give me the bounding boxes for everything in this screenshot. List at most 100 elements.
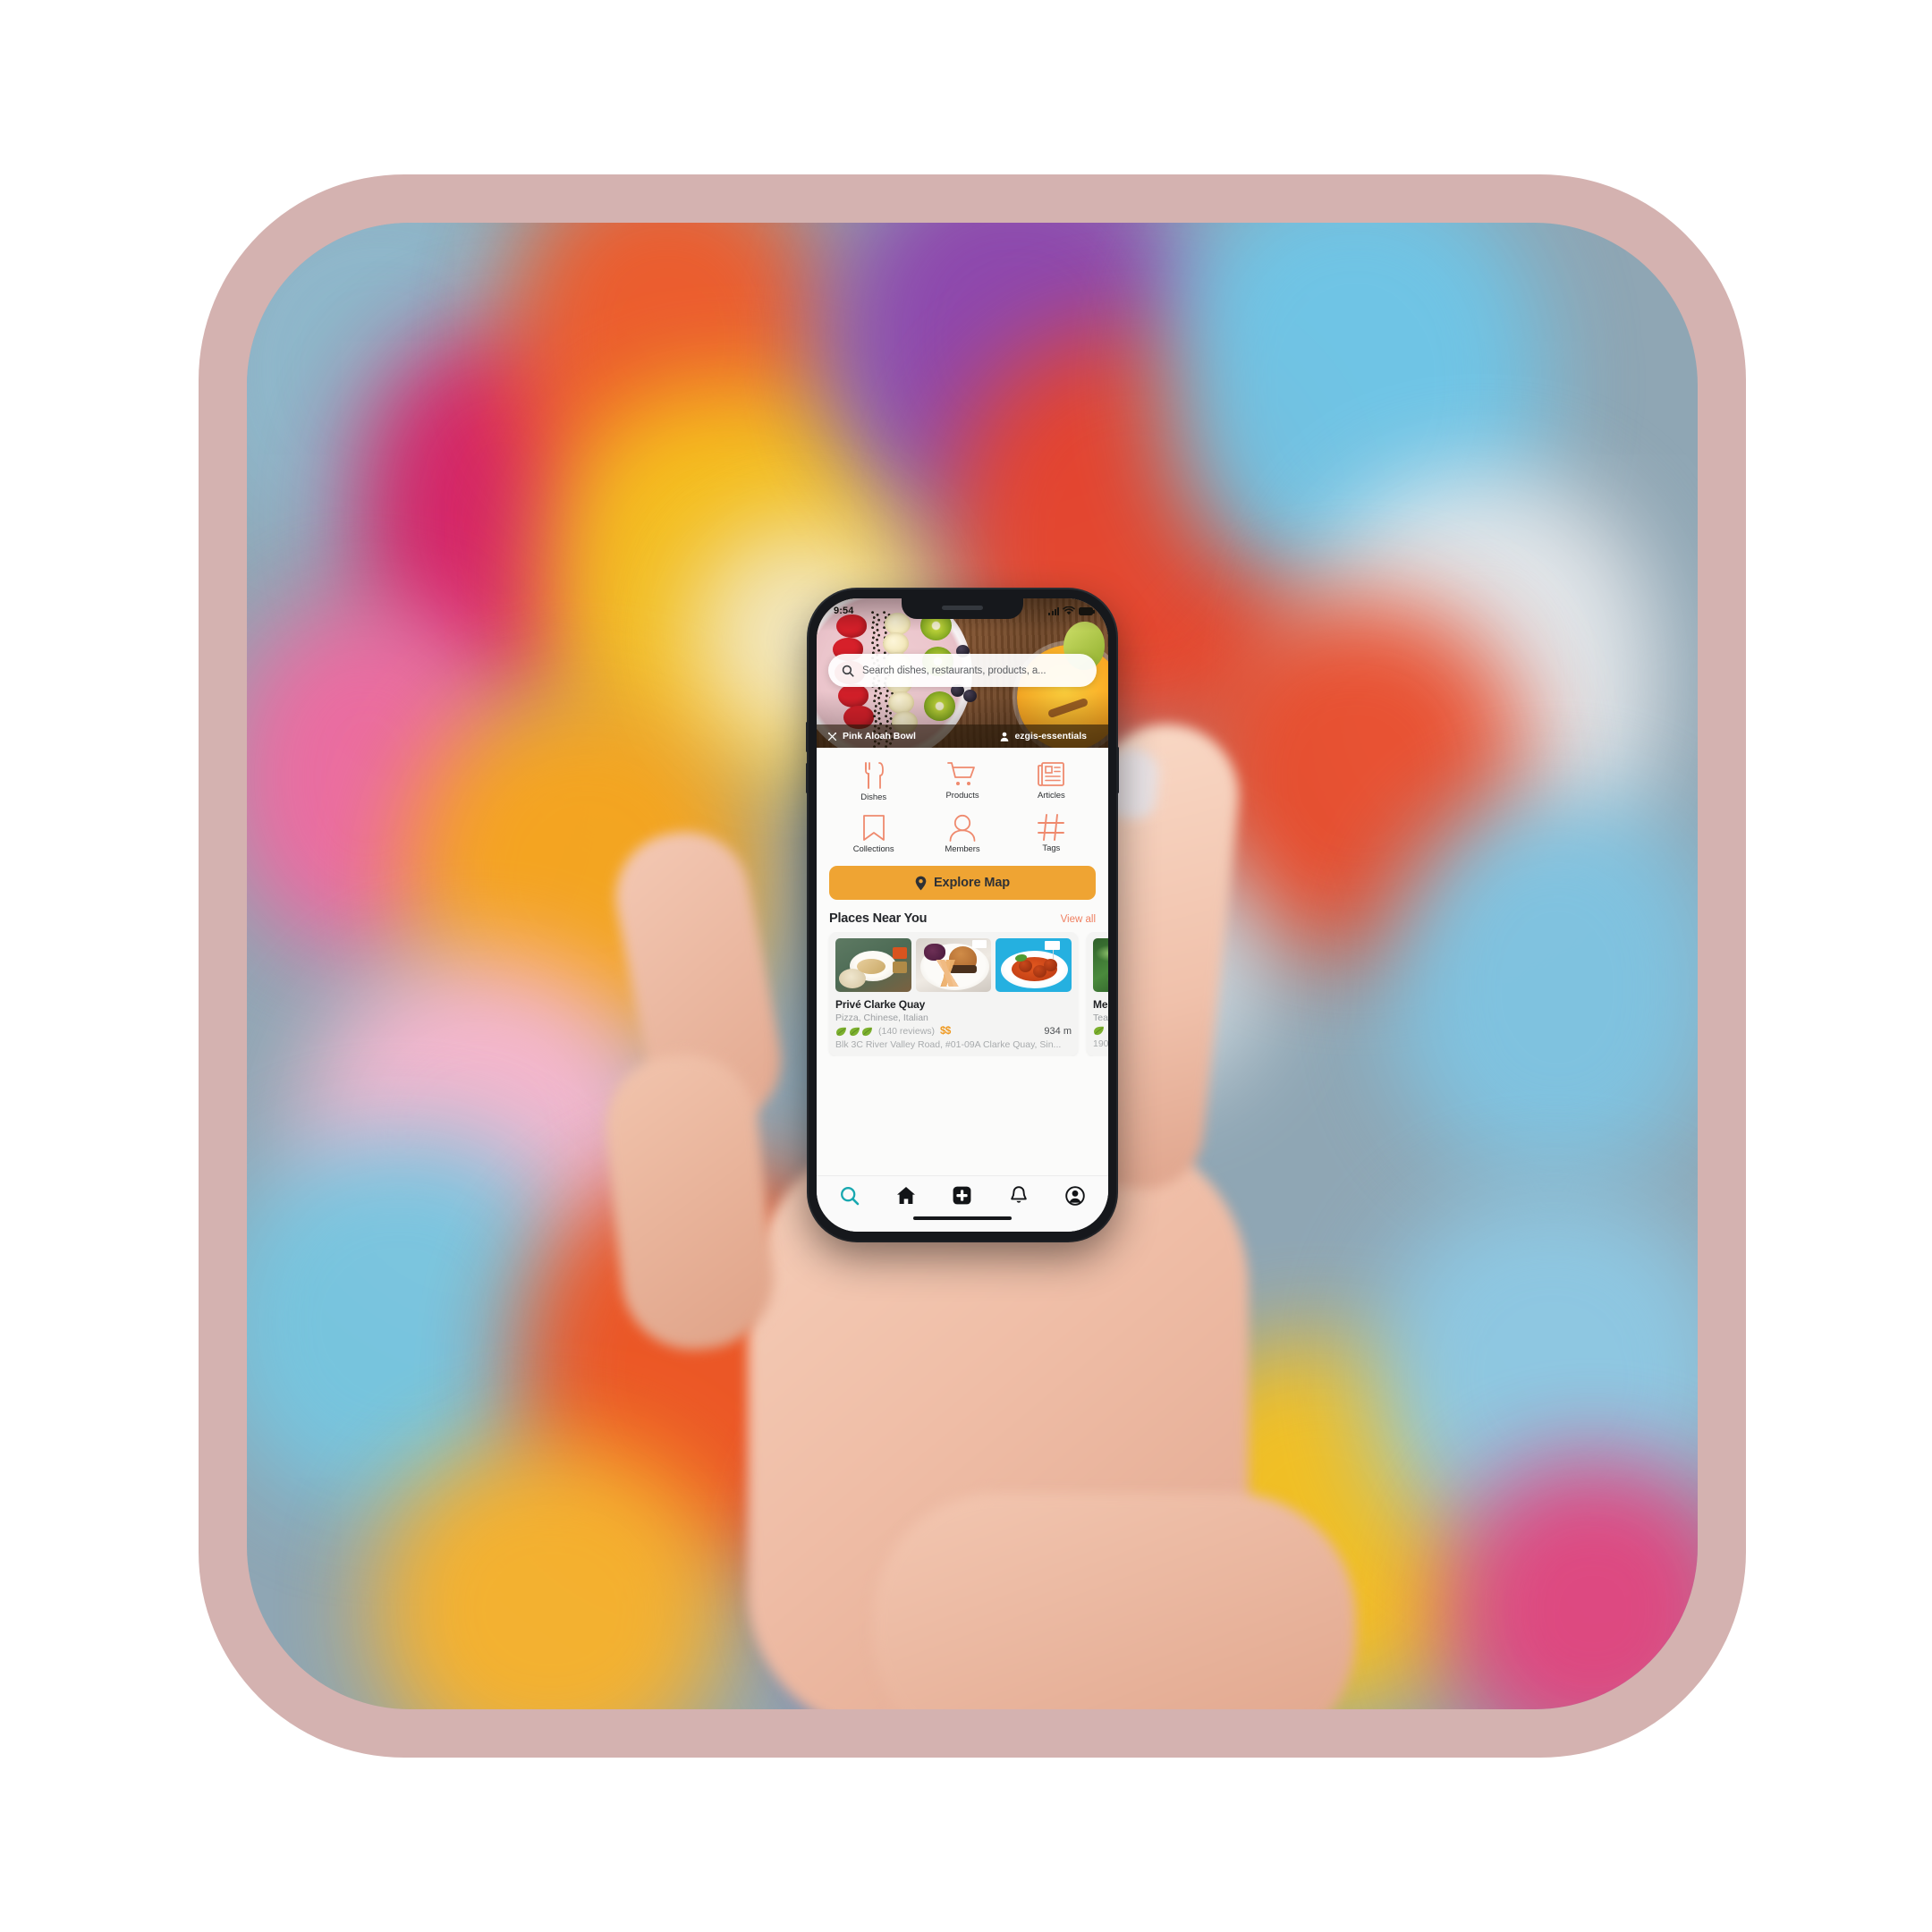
app-content: Dishes Products Articles Collections Mem…: [817, 748, 1108, 1175]
mural-blob: [1392, 795, 1698, 1180]
person-icon: [949, 814, 976, 842]
category-label: Tags: [1042, 843, 1061, 853]
place-photo[interactable]: [835, 938, 911, 992]
place-photo[interactable]: [996, 938, 1072, 992]
tab-profile[interactable]: [1055, 1181, 1096, 1211]
category-label: Members: [945, 844, 980, 854]
home-indicator-area: [817, 1215, 1108, 1232]
leaf-icon: [836, 1027, 846, 1036]
place-distance: 934 m: [1044, 1026, 1072, 1037]
place-photo-strip: [835, 938, 1072, 992]
person-icon: [1001, 732, 1009, 741]
category-dishes[interactable]: Dishes: [829, 758, 918, 806]
explore-map-label: Explore Map: [933, 876, 1011, 890]
graffiti-wall-photo: 9:54 Search dishes, restaurants, product…: [247, 223, 1698, 1709]
places-section-header: Places Near You View all: [817, 900, 1108, 932]
explore-map-button[interactable]: Explore Map: [829, 866, 1096, 900]
tab-home[interactable]: [886, 1181, 927, 1211]
leaf-icon: [1094, 1026, 1104, 1036]
tab-search[interactable]: [829, 1181, 870, 1211]
earpiece-speaker: [942, 606, 983, 610]
search-input[interactable]: Search dishes, restaurants, products, a.…: [828, 654, 1097, 687]
phone-notch: [902, 598, 1023, 619]
home-indicator[interactable]: [913, 1216, 1012, 1220]
places-carousel[interactable]: Privé Clarke Quay Pizza, Chinese, Italia…: [817, 932, 1108, 1056]
map-pin-icon: [915, 876, 927, 890]
place-photo[interactable]: [915, 938, 992, 992]
category-label: Dishes: [860, 792, 887, 802]
category-label: Collections: [852, 844, 894, 854]
category-grid: Dishes Products Articles Collections Mem…: [817, 748, 1108, 861]
category-collections[interactable]: Collections: [829, 810, 918, 858]
power-button[interactable]: [1116, 747, 1119, 793]
category-label: Products: [945, 791, 979, 801]
screenshot-canvas: 9:54 Search dishes, restaurants, product…: [0, 0, 1932, 1932]
rice-bowl: [839, 969, 866, 988]
newspaper-icon: [1038, 762, 1065, 786]
category-products[interactable]: Products: [918, 758, 1006, 806]
phone-screen: 9:54 Search dishes, restaurants, product…: [817, 598, 1108, 1232]
home-icon: [897, 1187, 916, 1204]
volume-up-button[interactable]: [806, 722, 809, 752]
status-time: 9:54: [834, 605, 854, 616]
bell-icon: [1011, 1185, 1027, 1203]
hero-author-label[interactable]: ezgis-essentials: [1000, 731, 1087, 741]
place-address: Blk 3C River Valley Road, #01-09A Clarke…: [835, 1039, 1062, 1050]
tab-add[interactable]: [942, 1181, 983, 1211]
place-cuisines: Tea: [1093, 1013, 1108, 1023]
place-rating-row: (140 reviews) $$ 934 m: [835, 1026, 1072, 1037]
hero-dish-label[interactable]: Pink Aloah Bowl: [827, 731, 1000, 741]
ginger-sauce: [892, 962, 907, 973]
account-icon: [1064, 1185, 1085, 1206]
food-flag: [1045, 941, 1061, 950]
place-distance: 190: [1093, 1038, 1108, 1049]
leaf-rating: [1093, 1026, 1105, 1036]
salad-garnish: [923, 944, 945, 961]
wifi-icon: [1063, 606, 1075, 614]
place-price-level: $$: [940, 1026, 951, 1037]
leaf-icon: [862, 1027, 872, 1036]
french-fries: [925, 960, 968, 987]
cellular-signal-icon: [1048, 606, 1059, 615]
cutlery-icon: [864, 762, 884, 789]
bottom-navigation: [817, 1175, 1108, 1215]
place-photo-strip: [1093, 938, 1108, 992]
hand-wrist: [873, 1493, 1356, 1709]
hero-caption-bar: Pink Aloah Bowl ezgis-essentials: [817, 724, 1108, 748]
category-members[interactable]: Members: [918, 810, 1006, 858]
hero-dish-name: Pink Aloah Bowl: [843, 731, 916, 741]
bookmark-icon: [862, 815, 885, 841]
search-icon: [841, 1186, 860, 1205]
smartphone-device: 9:54 Search dishes, restaurants, product…: [806, 589, 1119, 1241]
plus-square-icon: [953, 1186, 971, 1205]
rounded-photo-frame: 9:54 Search dishes, restaurants, product…: [199, 174, 1746, 1758]
hashtag-icon: [1038, 814, 1065, 841]
category-label: Articles: [1037, 791, 1065, 801]
food-flag: [972, 940, 987, 948]
shopping-cart-icon: [947, 762, 975, 785]
cutlery-icon: [827, 732, 837, 741]
search-placeholder: Search dishes, restaurants, products, a.…: [862, 665, 1046, 676]
status-indicators: [1048, 606, 1095, 615]
view-all-link[interactable]: View all: [1061, 914, 1096, 925]
place-card[interactable]: Me Tea 190: [1087, 932, 1108, 1056]
place-photo[interactable]: [1093, 938, 1108, 992]
leaf-rating: [835, 1027, 873, 1037]
hero-author-name: ezgis-essentials: [1014, 731, 1087, 741]
battery-icon: [1079, 606, 1095, 615]
page-title: Places Near You: [829, 911, 928, 926]
place-reviews: (140 reviews): [878, 1026, 936, 1037]
chili-sauce: [892, 947, 907, 959]
place-card[interactable]: Privé Clarke Quay Pizza, Chinese, Italia…: [829, 932, 1078, 1056]
leaf-icon: [849, 1027, 860, 1036]
place-name: Me: [1093, 998, 1108, 1011]
volume-down-button[interactable]: [806, 763, 809, 793]
search-icon: [842, 665, 854, 677]
place-cuisines: Pizza, Chinese, Italian: [835, 1013, 928, 1023]
place-name: Privé Clarke Quay: [835, 998, 926, 1011]
category-articles[interactable]: Articles: [1007, 758, 1096, 806]
category-tags[interactable]: Tags: [1007, 810, 1096, 858]
tab-notifications[interactable]: [998, 1181, 1039, 1211]
place-rating-row: [1093, 1026, 1108, 1036]
hero-banner[interactable]: 9:54 Search dishes, restaurants, product…: [817, 598, 1108, 748]
